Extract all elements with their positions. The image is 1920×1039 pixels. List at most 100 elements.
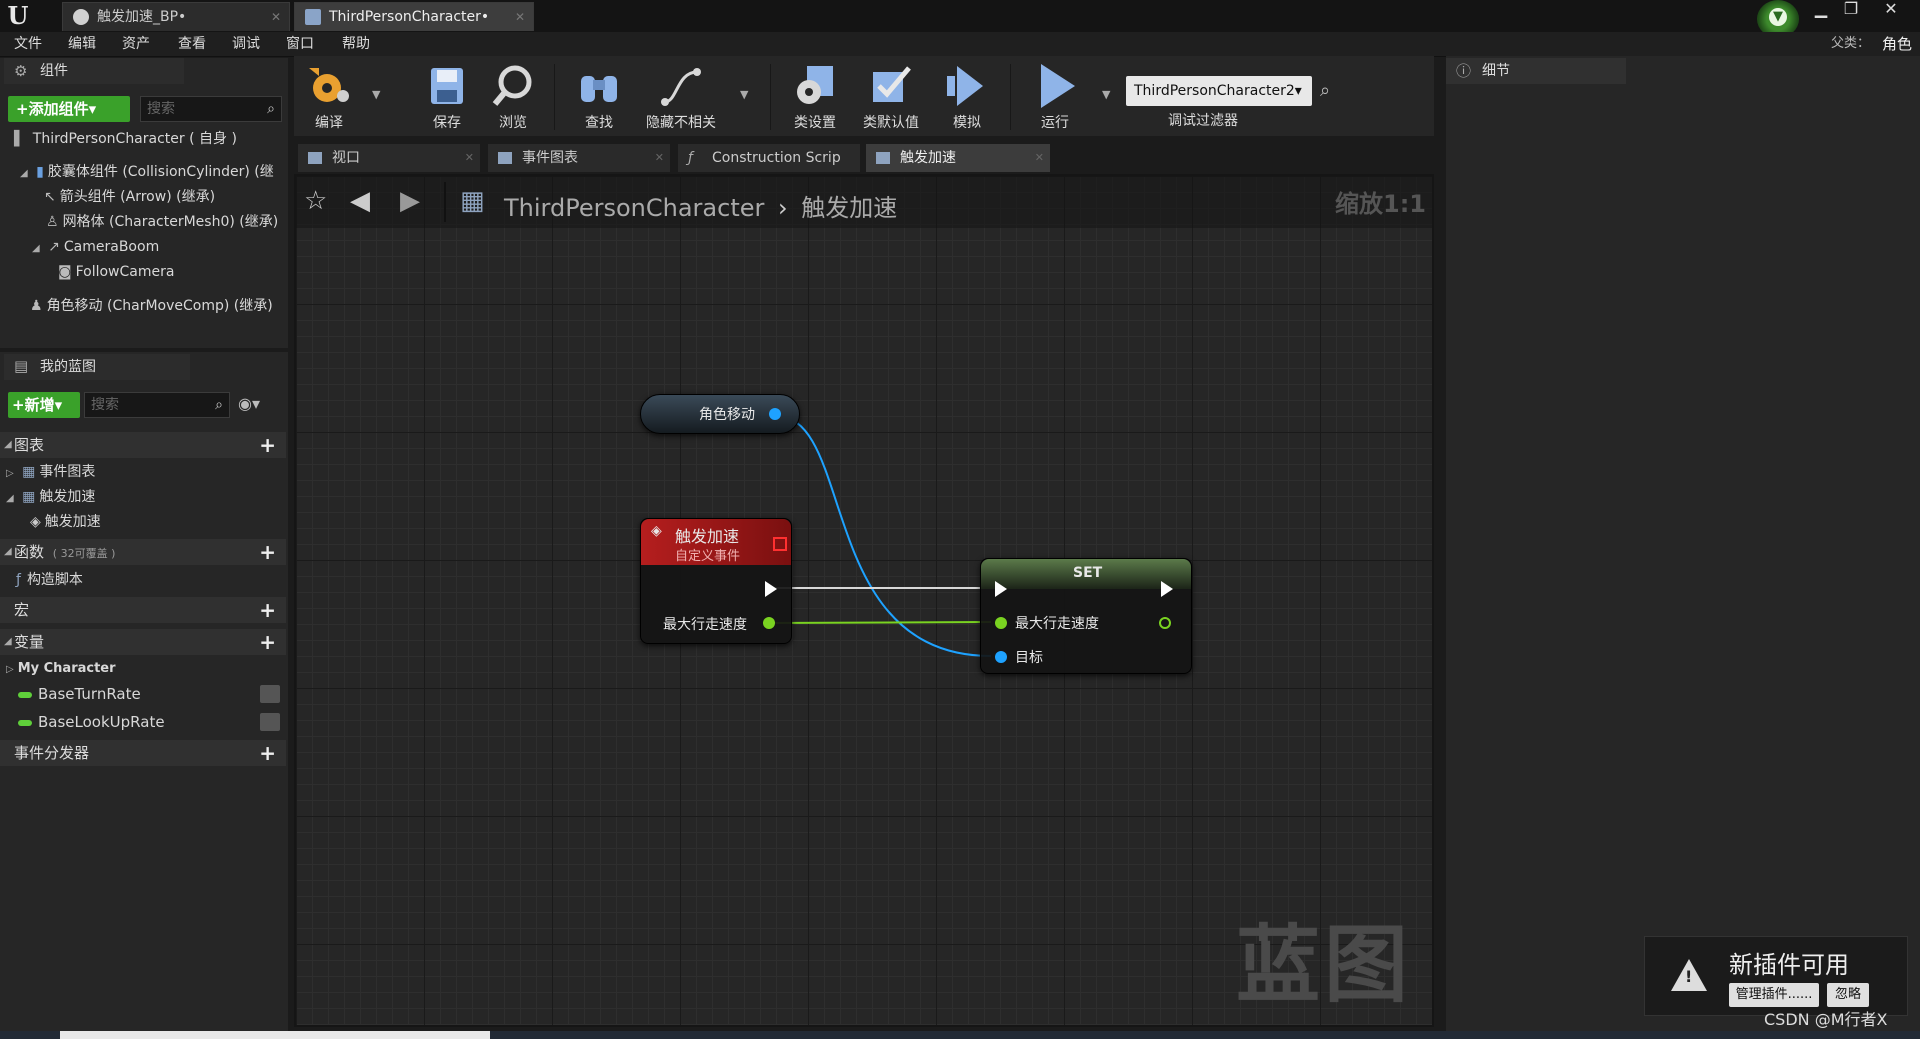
- object-output-pin[interactable]: [769, 408, 781, 420]
- class-defaults-button[interactable]: 类默认值: [856, 58, 926, 134]
- graph-event-graph[interactable]: ▷ ▦ 事件图表: [6, 461, 95, 483]
- parent-class-value[interactable]: 角色: [1882, 32, 1912, 56]
- component-cameraboom[interactable]: ◢ ↗ CameraBoom: [32, 236, 159, 258]
- exec-input-pin[interactable]: [995, 581, 1007, 597]
- component-charmove[interactable]: ♟ 角色移动 (CharMoveComp) (继承): [30, 295, 273, 317]
- object-wire: [775, 415, 992, 657]
- variable-baseturnrate[interactable]: BaseTurnRate: [18, 683, 280, 705]
- debug-search-icon[interactable]: ⌕: [1320, 80, 1330, 101]
- component-mesh[interactable]: ♙ 网格体 (CharacterMesh0) (继承): [46, 211, 278, 233]
- taskbar-item: [60, 1031, 490, 1039]
- components-search-input[interactable]: 搜索 ⌕: [140, 96, 282, 122]
- visibility-eye-icon[interactable]: ◉▾: [238, 394, 260, 413]
- collapse-arrow-icon[interactable]: ◢: [4, 629, 12, 655]
- close-icon[interactable]: ✕: [515, 3, 525, 31]
- menu-asset[interactable]: 资产: [122, 32, 150, 56]
- variable-category[interactable]: ▷ My Character: [6, 658, 116, 680]
- tab-trigger-graph[interactable]: 触发加速 ✕: [866, 144, 1050, 172]
- float-input-pin[interactable]: [995, 617, 1007, 629]
- section-dispatchers[interactable]: 事件分发器 +: [0, 740, 286, 766]
- target-input-pin[interactable]: [995, 651, 1007, 663]
- menu-debug[interactable]: 调试: [232, 32, 260, 56]
- doc-tab-third-person[interactable]: ThirdPersonCharacter• ✕: [294, 2, 534, 31]
- variable-baselookuprate[interactable]: BaseLookUpRate: [18, 711, 280, 733]
- menu-view[interactable]: 查看: [178, 32, 206, 56]
- close-icon[interactable]: ✕: [465, 144, 474, 172]
- collapse-arrow-icon[interactable]: ◢: [4, 432, 12, 458]
- function-construction[interactable]: ƒ 构造脚本: [16, 569, 83, 591]
- manage-plugins-button[interactable]: 管理插件......: [1729, 983, 1819, 1007]
- section-functions[interactable]: ◢ 函数 ( 32可覆盖 ) +: [0, 539, 286, 565]
- simulate-button[interactable]: 模拟: [932, 58, 1002, 134]
- section-variables[interactable]: ◢ 变量 +: [0, 629, 286, 655]
- close-icon[interactable]: ✕: [271, 3, 281, 31]
- collapse-arrow-icon[interactable]: ◢: [6, 493, 14, 504]
- hide-options-icon[interactable]: ▼: [740, 88, 748, 101]
- add-function-icon[interactable]: +: [259, 539, 276, 565]
- component-followcamera[interactable]: ◙ FollowCamera: [58, 261, 174, 283]
- tab-construction-script[interactable]: ƒ Construction Scrip: [678, 144, 860, 172]
- doc-tab-trigger-bp[interactable]: 触发加速_BP• ✕: [62, 2, 290, 31]
- play-options-icon[interactable]: ▼: [1102, 88, 1110, 101]
- restore-icon[interactable]: ❐: [1836, 0, 1866, 20]
- visibility-toggle[interactable]: [260, 685, 280, 703]
- node-custom-event[interactable]: ◈ 触发加速 自定义事件 最大行走速度: [640, 518, 792, 644]
- graph-trigger[interactable]: ◢ ▦ 触发加速: [6, 486, 95, 508]
- collapse-arrow-icon[interactable]: ◢: [4, 539, 12, 565]
- float-output-pin[interactable]: [763, 617, 775, 629]
- window-close-icon[interactable]: ✕: [1876, 0, 1906, 20]
- new-button[interactable]: +新增▾: [8, 392, 80, 418]
- details-tab[interactable]: 细节: [1446, 58, 1626, 84]
- class-defaults-label: 类默认值: [863, 115, 919, 131]
- class-settings-button[interactable]: 类设置: [780, 58, 850, 134]
- debug-object-select[interactable]: ThirdPersonCharacter2▾: [1126, 76, 1312, 106]
- compile-options-icon[interactable]: ▼: [372, 88, 380, 101]
- blueprint-graph-canvas[interactable]: ☆ ◀ ▶ ▦ ThirdPersonCharacter › 触发加速 缩放1:…: [294, 174, 1434, 1027]
- collapse-arrow-icon[interactable]: ◢: [20, 168, 28, 179]
- hide-unrelated-button[interactable]: 隐藏不相关: [636, 58, 726, 134]
- my-blueprint-tab[interactable]: 我的蓝图: [4, 354, 190, 380]
- expand-arrow-icon[interactable]: ▷: [6, 664, 14, 675]
- menu-window[interactable]: 窗口: [286, 32, 314, 56]
- section-graphs[interactable]: ◢ 图表 +: [0, 432, 286, 458]
- visibility-toggle[interactable]: [260, 713, 280, 731]
- delegate-pin-icon[interactable]: [773, 537, 787, 551]
- override-count[interactable]: ( 32可覆盖 ): [53, 547, 116, 560]
- tab-event-graph[interactable]: 事件图表 ✕: [488, 144, 670, 172]
- node-get-character-movement[interactable]: 角色移动: [640, 394, 800, 434]
- add-graph-icon[interactable]: +: [259, 432, 276, 458]
- close-icon[interactable]: ✕: [1035, 144, 1044, 172]
- exec-output-pin[interactable]: [765, 581, 777, 597]
- float-output-pin[interactable]: [1159, 617, 1171, 629]
- add-component-button[interactable]: +添加组件▾: [8, 96, 130, 122]
- component-root[interactable]: ▌ ThirdPersonCharacter ( 自身 ): [14, 128, 284, 150]
- menu-help[interactable]: 帮助: [342, 32, 370, 56]
- hide-unrelated-icon: [661, 68, 701, 106]
- component-arrow[interactable]: ↖ 箭头组件 (Arrow) (继承): [44, 186, 215, 208]
- browse-button[interactable]: 浏览: [478, 58, 548, 134]
- tab-viewport[interactable]: 视口 ✕: [298, 144, 480, 172]
- add-variable-icon[interactable]: +: [259, 629, 276, 655]
- collapse-arrow-icon[interactable]: ◢: [32, 243, 40, 254]
- menu-edit[interactable]: 编辑: [68, 32, 96, 56]
- event-trigger[interactable]: ◈ 触发加速: [30, 511, 101, 533]
- close-icon[interactable]: ✕: [655, 144, 664, 172]
- components-tab[interactable]: 组件: [4, 58, 184, 84]
- add-dispatcher-icon[interactable]: +: [259, 740, 276, 766]
- exec-output-pin[interactable]: [1161, 581, 1173, 597]
- ignore-button[interactable]: 忽略: [1827, 983, 1869, 1007]
- node-set[interactable]: SET 最大行走速度 目标: [980, 558, 1192, 674]
- save-button[interactable]: 保存: [412, 58, 482, 134]
- class-defaults-icon: [873, 66, 911, 102]
- compile-button[interactable]: 编译: [294, 58, 364, 134]
- play-button[interactable]: 运行: [1020, 58, 1090, 134]
- unreal-logo-icon: U: [7, 1, 29, 30]
- add-macro-icon[interactable]: +: [259, 597, 276, 623]
- section-macros[interactable]: 宏 +: [0, 597, 286, 623]
- minimize-icon[interactable]: ▁: [1806, 0, 1836, 20]
- blueprint-search-input[interactable]: 搜索 ⌕: [84, 392, 230, 418]
- expand-arrow-icon[interactable]: ▷: [6, 468, 14, 479]
- find-button[interactable]: 查找: [564, 58, 634, 134]
- component-capsule[interactable]: ◢ ▮ 胶囊体组件 (CollisionCylinder) (继: [20, 161, 288, 183]
- menu-file[interactable]: 文件: [14, 32, 42, 56]
